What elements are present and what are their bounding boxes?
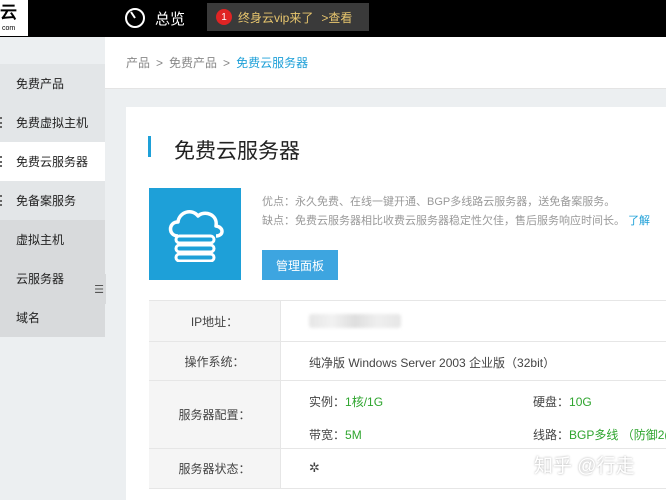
- status-label: 服务器状态：: [149, 449, 281, 488]
- line-spec: 线路：BGP多线 （防御2(: [533, 426, 666, 443]
- table-row: 操作系统： 纯净版 Windows Server 2003 企业版（32bit）: [149, 342, 666, 381]
- instance-label: 实例：: [309, 395, 346, 409]
- loading-spinner-icon: ✲: [309, 460, 320, 475]
- vip-promo-banner[interactable]: 1 终身云vip来了 >查看: [207, 3, 369, 31]
- line-label: 线路：: [533, 428, 570, 442]
- management-panel-button[interactable]: 管理面板: [262, 250, 338, 280]
- sidebar-item-label: 免备案服务: [16, 194, 77, 208]
- redacted-ip: [309, 314, 401, 328]
- cloud-server-icon: [168, 210, 224, 262]
- ip-value: [309, 314, 401, 331]
- menu-dots-icon: [0, 156, 4, 167]
- sidebar-item-free-cloud-server[interactable]: 免费云服务器: [0, 142, 105, 181]
- breadcrumb: 产品 > 免费产品 > 免费云服务器: [105, 37, 666, 89]
- disk-spec: 硬盘：10G: [533, 393, 592, 410]
- sidebar-item-label: 域名: [16, 311, 41, 325]
- sidebar-item-label: 免费云服务器: [16, 155, 89, 169]
- breadcrumb-item-products[interactable]: 产品: [126, 54, 150, 71]
- disk-label: 硬盘：: [533, 395, 570, 409]
- title-accent-bar: [148, 136, 151, 157]
- sidebar-item-label: 虚拟主机: [16, 233, 65, 247]
- instance-value: 1核/1G: [345, 395, 384, 409]
- sidebar-item-free-products[interactable]: 免费产品: [0, 64, 105, 103]
- overview-nav[interactable]: 总览: [124, 6, 185, 30]
- os-label: 操作系统：: [149, 342, 281, 380]
- table-row: IP地址：: [149, 301, 666, 342]
- table-row: 服务器配置： 实例：1核/1G 硬盘：10G 带宽：5M 线路：BGP多线 （防…: [149, 381, 666, 449]
- product-cons-text: 缺点：免费云服务器相比收费云服务器稳定性欠佳，售后服务响应时间长。: [262, 215, 625, 227]
- watermark: 知乎 @行走: [534, 456, 635, 477]
- sidebar-item-no-filing-service[interactable]: 免备案服务: [0, 181, 105, 220]
- os-value: 纯净版 Windows Server 2003 企业版（32bit）: [309, 356, 556, 370]
- sidebar-item-label: 免费虚拟主机: [16, 116, 89, 130]
- breadcrumb-current: 免费云服务器: [236, 56, 309, 70]
- menu-dots-icon: [0, 117, 4, 128]
- sidebar-item-domain[interactable]: 域名: [0, 298, 105, 337]
- line-value: BGP多线 （防御2(: [569, 428, 666, 442]
- sidebar-item-label: 云服务器: [16, 272, 65, 286]
- config-label: 服务器配置：: [149, 381, 281, 448]
- bandwidth-value: 5M: [345, 428, 362, 442]
- product-pros: 优点：永久免费、在线一键开通、BGP多线路云服务器，送免备案服务。: [262, 196, 616, 208]
- disk-value: 10G: [569, 395, 592, 409]
- sidebar: 免费产品 免费虚拟主机 免费云服务器 免备案服务 虚拟主机 云服务器 域名 ☰: [0, 37, 106, 500]
- breadcrumb-separator: >: [156, 55, 164, 70]
- sidebar-item-free-virtual-host[interactable]: 免费虚拟主机: [0, 103, 105, 142]
- learn-more-link[interactable]: 了解: [628, 215, 650, 227]
- product-image: [149, 188, 241, 280]
- sidebar-item-label: 免费产品: [16, 77, 65, 91]
- sidebar-item-cloud-server[interactable]: 云服务器: [0, 259, 105, 298]
- logo-domain: com: [2, 25, 16, 32]
- sidebar-collapse-icon[interactable]: ☰: [92, 274, 106, 304]
- sidebar-item-virtual-host[interactable]: 虚拟主机: [0, 220, 105, 259]
- vip-promo-text: 终身云vip来了: [238, 10, 314, 25]
- breadcrumb-item-free-products[interactable]: 免费产品: [169, 54, 217, 71]
- product-cons: 缺点：免费云服务器相比收费云服务器稳定性欠佳，售后服务响应时间长。 了解: [262, 212, 650, 228]
- dashboard-gauge-icon: [125, 8, 145, 28]
- instance-spec: 实例：1核/1G: [309, 393, 383, 410]
- overview-label: 总览: [155, 10, 186, 28]
- page-title: 免费云服务器: [174, 140, 300, 163]
- breadcrumb-separator: >: [223, 55, 231, 70]
- bandwidth-label: 带宽：: [309, 428, 346, 442]
- top-bar: 云 com 总览 1 终身云vip来了 >查看: [0, 0, 666, 37]
- product-panel: 免费云服务器 优点：永久免费、在线一键开通、BGP多线路云服务器，送免备案服务。…: [126, 107, 666, 500]
- bandwidth-spec: 带宽：5M: [309, 426, 362, 443]
- ip-label: IP地址：: [149, 301, 281, 341]
- notification-badge: 1: [216, 9, 232, 25]
- site-logo[interactable]: 云 com: [0, 0, 28, 36]
- menu-dots-icon: [0, 195, 4, 206]
- vip-view-link[interactable]: >查看: [321, 9, 352, 26]
- logo-glyph: 云: [0, 3, 17, 22]
